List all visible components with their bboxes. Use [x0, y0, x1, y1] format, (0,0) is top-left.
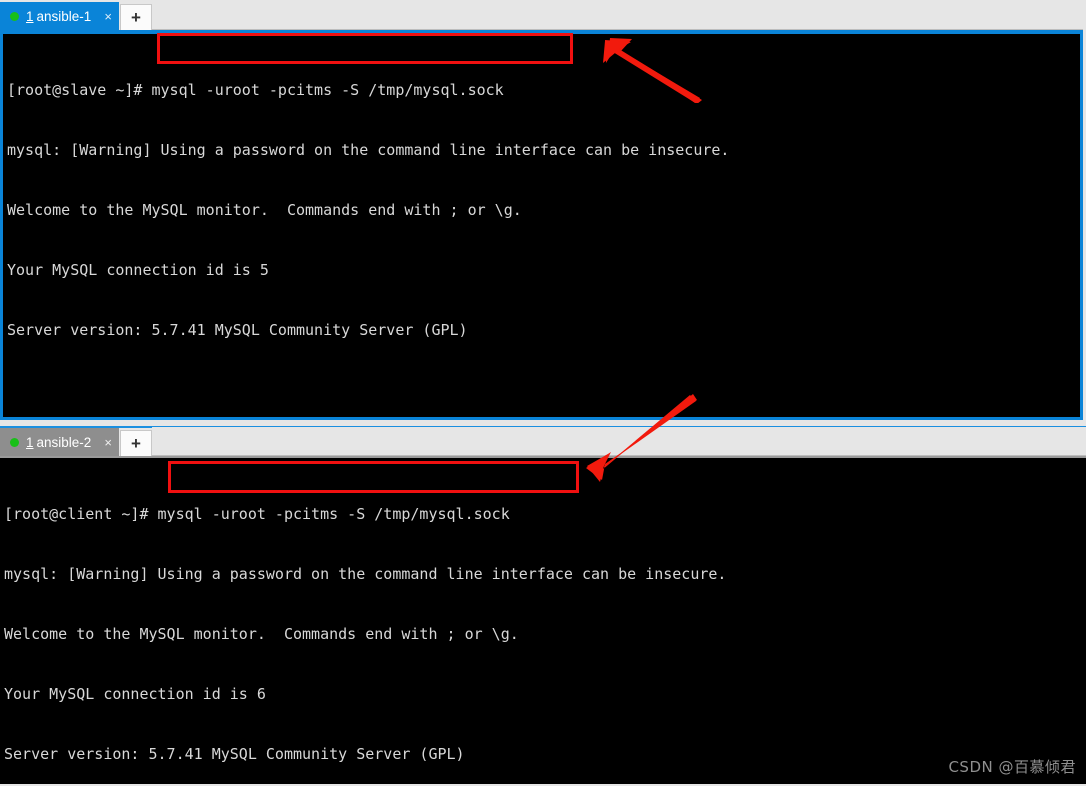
- tab-ansible-1[interactable]: 1 ansible-1 ×: [0, 2, 119, 30]
- terminal-line: Welcome to the MySQL monitor. Commands e…: [4, 625, 519, 643]
- tab-number: 1: [26, 434, 34, 450]
- terminal-line: Server version: 5.7.41 MySQL Community S…: [7, 321, 468, 339]
- typed-command: mysql -uroot -pcitms -S /tmp/mysql.sock: [151, 81, 504, 99]
- terminal-line: Server version: 5.7.41 MySQL Community S…: [4, 745, 465, 763]
- close-icon[interactable]: ×: [104, 10, 112, 23]
- tab-bar-window-1: 1 ansible-1 × +: [0, 0, 1083, 30]
- terminal-window-ansible-2: 1 ansible-2 × + [root@client ~]# mysql -…: [0, 426, 1086, 786]
- terminal-line: mysql: [Warning] Using a password on the…: [4, 565, 727, 583]
- tab-label: ansible-2: [36, 434, 92, 450]
- tab-bar-empty-area: [151, 1, 1083, 30]
- tab-status-dot-icon: [10, 437, 19, 447]
- terminal-command-line: [root@slave ~]# mysql -uroot -pcitms -S …: [7, 80, 1080, 100]
- watermark-text: CSDN @百慕倾君: [948, 758, 1076, 776]
- terminal-frame-2: [root@client ~]# mysql -uroot -pcitms -S…: [0, 456, 1086, 784]
- terminal-line: Your MySQL connection id is 5: [7, 261, 269, 279]
- typed-command: mysql -uroot -pcitms -S /tmp/mysql.sock: [157, 505, 510, 523]
- shell-prompt: [root@slave ~]#: [7, 81, 152, 99]
- terminal-frame-1: [root@slave ~]# mysql -uroot -pcitms -S …: [0, 30, 1083, 420]
- tab-bar-empty-area: [151, 427, 1086, 456]
- tab-label: ansible-1: [36, 8, 92, 24]
- tab-number: 1: [26, 8, 34, 24]
- close-icon[interactable]: ×: [104, 436, 112, 449]
- terminal-line: mysql: [Warning] Using a password on the…: [7, 141, 730, 159]
- new-tab-button[interactable]: +: [119, 430, 152, 456]
- tab-ansible-2[interactable]: 1 ansible-2 ×: [0, 428, 119, 456]
- terminal-window-ansible-1: 1 ansible-1 × + [root@slave ~]# mysql -u…: [0, 0, 1083, 420]
- terminal-line: Welcome to the MySQL monitor. Commands e…: [7, 201, 522, 219]
- new-tab-button[interactable]: +: [119, 4, 152, 30]
- terminal-command-line: [root@client ~]# mysql -uroot -pcitms -S…: [4, 504, 1086, 524]
- terminal-output-2[interactable]: [root@client ~]# mysql -uroot -pcitms -S…: [0, 458, 1086, 784]
- tab-status-dot-icon: [10, 11, 19, 21]
- shell-prompt: [root@client ~]#: [4, 505, 158, 523]
- tab-bar-window-2: 1 ansible-2 × +: [0, 426, 1086, 456]
- terminal-output-1[interactable]: [root@slave ~]# mysql -uroot -pcitms -S …: [3, 34, 1080, 417]
- terminal-line: Your MySQL connection id is 6: [4, 685, 266, 703]
